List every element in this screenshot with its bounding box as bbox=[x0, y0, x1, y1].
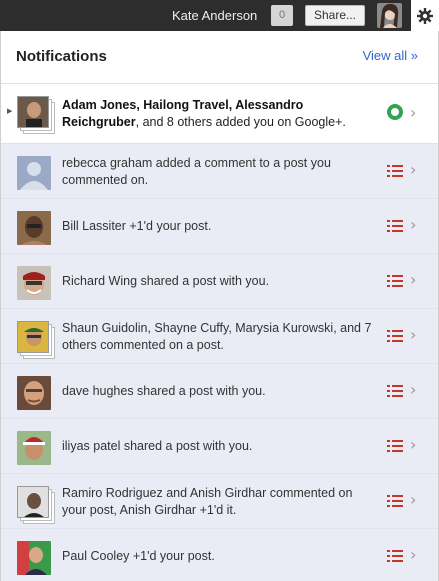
chevron-right-icon[interactable]: › bbox=[410, 435, 416, 454]
chevron-right-icon[interactable]: › bbox=[410, 160, 416, 179]
notification-row[interactable]: Bill Lassiter +1'd your post. › bbox=[1, 199, 438, 254]
notification-row[interactable]: Paul Cooley +1'd your post. › bbox=[1, 529, 438, 581]
notification-text: dave hughes shared a post with you. bbox=[62, 384, 266, 398]
notification-count-badge[interactable]: 0 bbox=[271, 5, 293, 26]
notification-row[interactable]: Shaun Guidolin, Shayne Cuffy, Marysia Ku… bbox=[1, 309, 438, 364]
notification-list: ▶ Adam Jones, Hailong Travel, Alessandro… bbox=[1, 84, 438, 581]
panel-title: Notifications bbox=[16, 48, 107, 65]
profile-avatar[interactable] bbox=[377, 3, 402, 28]
list-icon bbox=[387, 495, 403, 507]
notification-text: Ramiro Rodriguez and Anish Girdhar comme… bbox=[62, 486, 353, 517]
list-icon bbox=[387, 550, 403, 562]
notification-row[interactable]: iliyas patel shared a post with you. › bbox=[1, 419, 438, 474]
settings-gear-button[interactable] bbox=[411, 0, 439, 31]
share-button[interactable]: Share... bbox=[305, 5, 365, 26]
notification-text: Richard Wing shared a post with you. bbox=[62, 274, 270, 288]
list-icon bbox=[387, 385, 403, 397]
notification-text: Shaun Guidolin, Shayne Cuffy, Marysia Ku… bbox=[62, 321, 372, 352]
notification-text: Paul Cooley +1'd your post. bbox=[62, 549, 215, 563]
green-circle-icon bbox=[387, 104, 403, 120]
notification-text: iliyas patel shared a post with you. bbox=[62, 439, 253, 453]
gear-icon bbox=[417, 8, 433, 24]
chevron-right-icon[interactable]: › bbox=[410, 380, 416, 399]
notification-row[interactable]: Richard Wing shared a post with you. › bbox=[1, 254, 438, 309]
view-all-link[interactable]: View all » bbox=[363, 48, 418, 63]
list-icon bbox=[387, 220, 403, 232]
chevron-right-icon[interactable]: › bbox=[410, 325, 416, 344]
avatar bbox=[17, 376, 51, 410]
notification-row[interactable]: Ramiro Rodriguez and Anish Girdhar comme… bbox=[1, 474, 438, 529]
notification-row[interactable]: rebecca graham added a comment to a post… bbox=[1, 144, 438, 199]
notification-text: Adam Jones, Hailong Travel, Alessandro R… bbox=[62, 98, 346, 129]
expand-arrow-icon[interactable]: ▶ bbox=[7, 107, 12, 115]
avatar bbox=[17, 431, 51, 465]
chevron-right-icon[interactable]: › bbox=[410, 215, 416, 234]
chevron-right-icon[interactable]: › bbox=[410, 545, 416, 564]
list-icon bbox=[387, 165, 403, 177]
chevron-right-icon[interactable]: › bbox=[410, 490, 416, 509]
chevron-right-icon[interactable]: › bbox=[410, 103, 416, 122]
notification-text: rebecca graham added a comment to a post… bbox=[62, 156, 331, 187]
top-bar: Kate Anderson 0 Share... bbox=[0, 0, 439, 31]
notification-row[interactable]: dave hughes shared a post with you. › bbox=[1, 364, 438, 419]
list-icon bbox=[387, 330, 403, 342]
avatar bbox=[17, 156, 51, 190]
list-icon bbox=[387, 275, 403, 287]
avatar bbox=[17, 541, 51, 575]
panel-header: Notifications View all » bbox=[1, 31, 438, 84]
notifications-panel: Notifications View all » ▶ Adam Jones, H… bbox=[0, 31, 439, 581]
list-icon bbox=[387, 440, 403, 452]
user-name-link[interactable]: Kate Anderson bbox=[172, 8, 257, 23]
chevron-right-icon[interactable]: › bbox=[410, 270, 416, 289]
notification-row[interactable]: ▶ Adam Jones, Hailong Travel, Alessandro… bbox=[1, 84, 438, 144]
notification-text: Bill Lassiter +1'd your post. bbox=[62, 219, 212, 233]
avatar bbox=[17, 211, 51, 245]
avatar bbox=[17, 266, 51, 300]
